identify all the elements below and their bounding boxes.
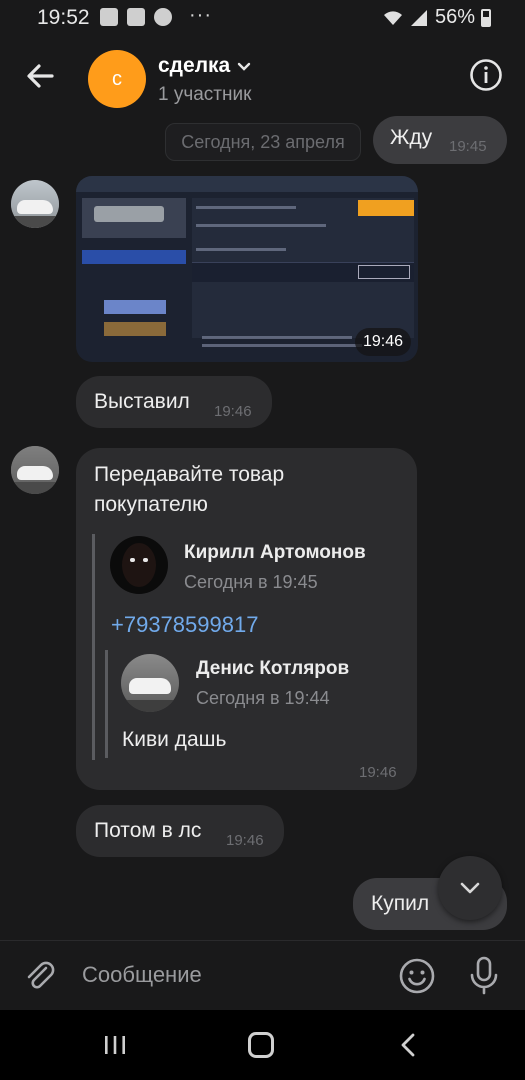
- recent-apps-icon[interactable]: [102, 1034, 128, 1056]
- microphone-icon[interactable]: [466, 955, 502, 995]
- forward-sender-name: Кирилл Артомонов: [184, 542, 366, 563]
- message-text: Выставил: [94, 390, 190, 413]
- chat-title-button[interactable]: сделка: [158, 54, 252, 78]
- message-text: Потом в лс: [94, 819, 202, 842]
- smiley-icon[interactable]: [398, 957, 436, 995]
- back-arrow-icon[interactable]: [22, 58, 58, 94]
- status-bar: 19:52 ··· 56%: [0, 0, 525, 36]
- chat-avatar[interactable]: с: [88, 50, 146, 108]
- message-text: Передавайте товар покупателю: [94, 463, 285, 516]
- message-time: 19:46: [214, 403, 252, 420]
- nested-message-text: Киви дашь: [122, 728, 227, 751]
- date-separator: Сегодня, 23 апреля: [165, 123, 361, 161]
- chat-title: сделка: [158, 54, 231, 77]
- message-incoming[interactable]: Выставил 19:46: [76, 376, 272, 428]
- paperclip-icon[interactable]: [22, 957, 58, 993]
- notification-icons: [100, 8, 172, 26]
- message-incoming[interactable]: Потом в лс 19:46: [76, 805, 284, 857]
- chat-member-count: 1 участник: [158, 84, 252, 105]
- whatsapp-icon: [154, 8, 172, 26]
- message-text: Жду: [390, 126, 433, 149]
- more-notifications-icon: ···: [189, 4, 212, 26]
- message-composer: [0, 940, 525, 1010]
- battery-icon: [481, 8, 491, 27]
- nested-time: Сегодня в 19:44: [196, 688, 330, 708]
- sender-avatar[interactable]: [11, 180, 59, 228]
- battery-percent: 56%: [434, 6, 475, 28]
- message-time: 19:46: [226, 832, 264, 849]
- signal-icon: [410, 9, 427, 26]
- photo-time: 19:46: [355, 328, 411, 356]
- phone-link[interactable]: +79378599817: [111, 612, 258, 638]
- chevron-down-icon: [238, 62, 251, 71]
- chat-avatar-letter: с: [112, 67, 122, 90]
- message-incoming-forward[interactable]: Передавайте товар покупателю Кирилл Арто…: [76, 448, 417, 790]
- gallery-icon: [100, 8, 118, 26]
- nested-forwarded-message[interactable]: Денис Котляров Сегодня в 19:44 Киви дашь: [105, 650, 375, 758]
- discord-icon: [127, 8, 145, 26]
- status-time: 19:52: [37, 6, 90, 29]
- forwarded-message[interactable]: Кирилл Артомонов Сегодня в 19:45 +793785…: [92, 534, 392, 760]
- chevron-down-icon: [460, 882, 480, 894]
- chat-header: с сделка 1 участник: [0, 40, 525, 120]
- wifi-icon: [383, 10, 402, 25]
- home-icon[interactable]: [248, 1032, 274, 1058]
- nav-back-icon[interactable]: [398, 1032, 418, 1058]
- info-icon[interactable]: [469, 58, 503, 92]
- message-text: Купил: [371, 892, 430, 915]
- message-time: 19:45: [449, 138, 487, 155]
- forward-time: Сегодня в 19:45: [184, 572, 318, 592]
- system-nav-bar: [0, 1010, 525, 1080]
- message-time: 19:46: [359, 764, 397, 781]
- forward-avatar: [110, 536, 168, 594]
- sender-avatar[interactable]: [11, 446, 59, 494]
- scroll-to-bottom-button[interactable]: [438, 856, 502, 920]
- nested-sender-name: Денис Котляров: [196, 658, 350, 679]
- nested-forward-avatar: [121, 654, 179, 712]
- message-input[interactable]: [82, 957, 382, 993]
- message-outgoing[interactable]: Жду 19:45: [373, 116, 507, 164]
